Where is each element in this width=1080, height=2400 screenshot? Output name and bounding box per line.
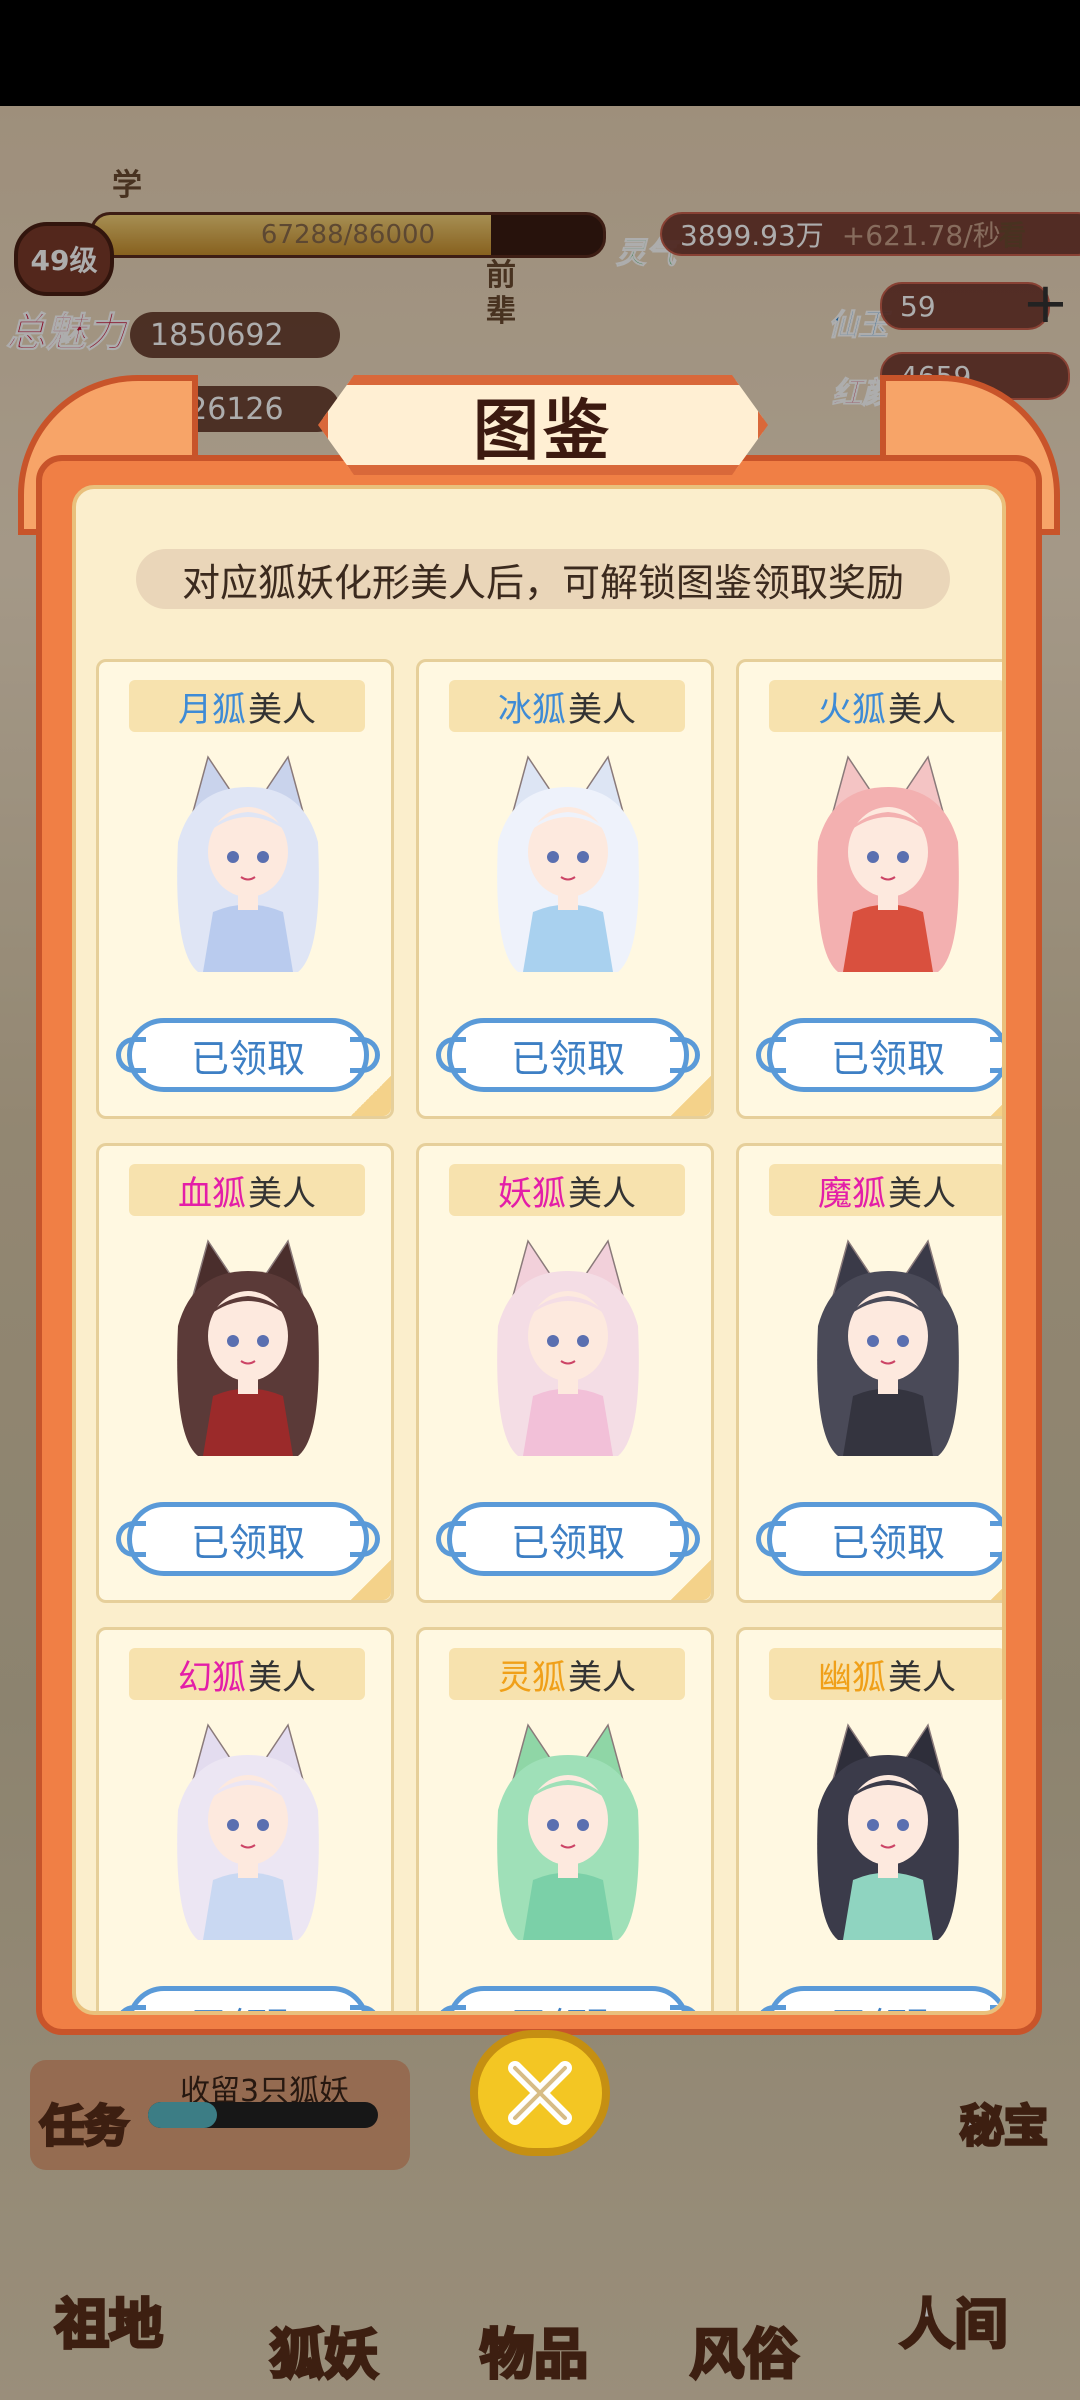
codex-card: 幻狐美人已领取 [96, 1627, 394, 2011]
card-name-suffix: 美人 [568, 689, 636, 730]
codex-card: 妖狐 美人已领取 [416, 1143, 714, 1603]
status-bar [0, 0, 1080, 106]
card-name-tag: 冰狐 美人 [449, 680, 685, 732]
card-name-tag: 妖狐 美人 [449, 1164, 685, 1216]
modal-body: 对应狐妖化形美人后，可解锁图鉴领取奖励 月狐 美人 已领取 冰狐 美人 已领取 火狐 美人 已领… [72, 485, 1006, 2015]
modal-subtitle: 对应狐妖化形美人后，可解锁图鉴领取奖励 [136, 549, 950, 609]
claimed-button[interactable]: 已领取 [756, 1018, 1002, 1092]
codex-modal: 图鉴 对应狐妖化形美人后，可解锁图鉴领取奖励 月狐 美人 已领取 冰狐 美人 已领取 火狐美… [18, 375, 1060, 2035]
card-name-prefix: 冰狐 [498, 689, 566, 730]
card-name-suffix: 美人 [248, 1173, 316, 1214]
claimed-button[interactable]: 已领取 [756, 1986, 1002, 2011]
card-name-suffix: 美人 [568, 1657, 636, 1698]
card-name-tag: 魔狐 美人 [769, 1164, 1002, 1216]
fox-beauty-portrait [817, 1239, 959, 1456]
card-name-tag: 月狐 美人 [129, 680, 365, 732]
fox-beauty-portrait [497, 1239, 639, 1456]
card-name-tag: 幽狐 美人 [769, 1648, 1002, 1700]
card-name-prefix: 血狐 [178, 1173, 246, 1214]
codex-card: 灵狐美人已领取 [416, 1627, 714, 2011]
card-name-suffix: 美人 [568, 1173, 636, 1214]
card-name-suffix: 美人 [248, 689, 316, 730]
close-icon [508, 2061, 572, 2125]
fox-beauty-portrait [497, 755, 639, 972]
codex-card: 幽狐美人已领取 [736, 1627, 1002, 2011]
claimed-button[interactable]: 已领取 [436, 1018, 700, 1092]
card-name-tag: 血狐 美人 [129, 1164, 365, 1216]
codex-card: 火狐 美人已领取 [736, 659, 1002, 1119]
fox-beauty-portrait [817, 755, 959, 972]
fox-beauty-portrait [817, 1723, 959, 1940]
claimed-button[interactable]: 已领取 [436, 1502, 700, 1576]
card-name-prefix: 幽狐 [818, 1657, 886, 1698]
modal-title: 图鉴 [473, 391, 613, 469]
card-name-prefix: 火狐 [818, 689, 886, 730]
claimed-button[interactable]: 已领取 [116, 1018, 380, 1092]
card-name-prefix: 魔狐 [818, 1173, 886, 1214]
fox-beauty-portrait [177, 755, 319, 972]
card-name-tag: 幻狐 美人 [129, 1648, 365, 1700]
claimed-button[interactable]: 已领取 [116, 1986, 380, 2011]
claimed-button[interactable]: 已领取 [756, 1502, 1002, 1576]
card-name-prefix: 月狐 [178, 689, 246, 730]
card-name-prefix: 妖狐 [498, 1173, 566, 1214]
card-name-tag: 火狐 美人 [769, 680, 1002, 732]
codex-card: 血狐 美人已领取 [96, 1143, 394, 1603]
card-name-prefix: 灵狐 [498, 1657, 566, 1698]
card-name-tag: 灵狐 美人 [449, 1648, 685, 1700]
claimed-button[interactable]: 已领取 [116, 1502, 380, 1576]
card-name-suffix: 美人 [248, 1657, 316, 1698]
codex-card: 冰狐 美人已领取 [416, 659, 714, 1119]
fox-beauty-portrait [497, 1723, 639, 1940]
codex-card: 魔狐 美人已领取 [736, 1143, 1002, 1603]
title-plate: 图鉴 [318, 375, 768, 475]
card-name-suffix: 美人 [888, 689, 956, 730]
card-name-suffix: 美人 [888, 1657, 956, 1698]
fox-beauty-portrait [177, 1723, 319, 1940]
close-button[interactable] [470, 2030, 610, 2156]
claimed-button[interactable]: 已领取 [436, 1986, 700, 2011]
card-name-suffix: 美人 [888, 1173, 956, 1214]
card-name-prefix: 幻狐 [178, 1657, 246, 1698]
codex-card: 月狐 美人已领取 [96, 659, 394, 1119]
fox-beauty-portrait [177, 1239, 319, 1456]
